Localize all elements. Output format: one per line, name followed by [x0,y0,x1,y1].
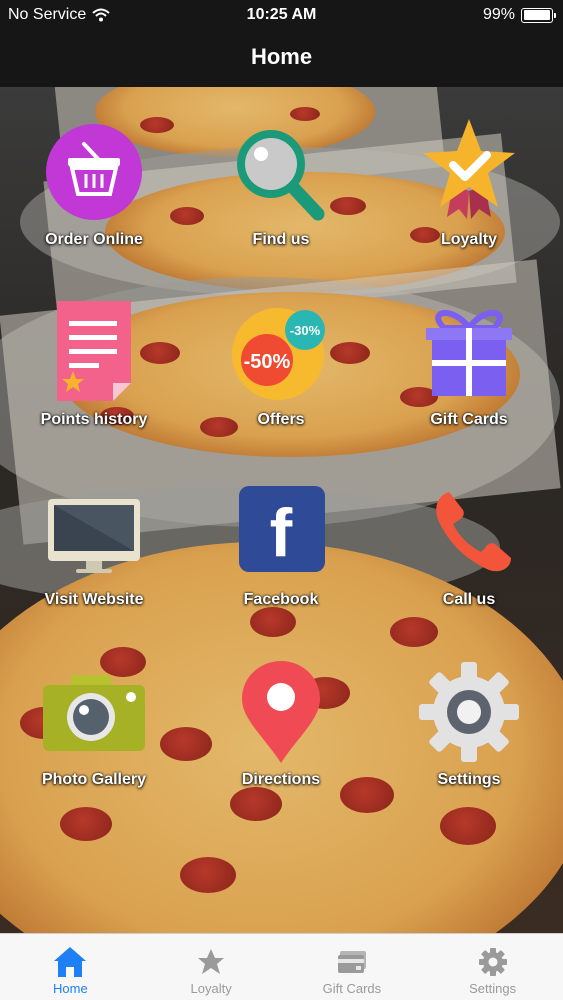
tab-settings[interactable]: Settings [422,934,563,1000]
facebook-icon: f [226,477,336,587]
page-title: Home [250,44,313,69]
monitor-icon [39,477,149,587]
star-badge-icon [414,117,524,227]
tile-loyalty[interactable]: Loyalty [394,117,544,277]
tab-home[interactable]: Home [0,934,141,1000]
tile-label: Offers [257,411,305,428]
tab-gift-cards[interactable]: Gift Cards [282,934,423,1000]
basket-icon [39,117,149,227]
tile-offers[interactable]: -30% -50% Offers [206,297,356,457]
tab-label: Settings [469,981,517,996]
offer-big-badge: -50% [244,351,291,373]
tile-label: Directions [241,771,321,788]
tab-bar: Home Loyalty Gift Cards Settings [0,933,563,1000]
tile-label: Find us [252,231,310,248]
tab-label: Home [53,981,88,996]
tile-label: Call us [442,591,496,608]
battery-area: 99% [482,6,556,24]
tile-call-us[interactable]: Call us [394,477,544,637]
document-icon [39,297,149,407]
map-pin-icon [226,657,336,767]
tile-label: Gift Cards [430,411,508,428]
tile-facebook[interactable]: f Facebook [206,477,356,637]
tile-find-us[interactable]: Find us [206,117,356,277]
tile-points-history[interactable]: Points history [19,297,169,457]
home-menu-grid: Order Online Find us Loyalty Points hist… [0,87,563,933]
star-icon [196,943,226,981]
tile-directions[interactable]: Directions [206,657,356,817]
clock: 10:25 AM [246,6,317,23]
tile-photo-gallery[interactable]: Photo Gallery [19,657,169,817]
offer-small-badge: -30% [290,323,321,338]
tile-label: Loyalty [440,231,497,248]
tile-label: Photo Gallery [41,771,147,788]
tab-label: Loyalty [190,981,232,996]
tile-label: Visit Website [44,591,144,608]
phone-icon [414,477,524,587]
cards-icon [336,943,368,981]
battery-fill [523,10,551,20]
tile-visit-website[interactable]: Visit Website [19,477,169,637]
tile-label: Points history [40,411,148,428]
tile-order-online[interactable]: Order Online [19,117,169,277]
facebook-glyph: f [270,495,293,571]
battery-percent: 99% [482,6,515,23]
status-bar: No Service 10:25 AM 99% [0,0,563,30]
home-icon [52,943,88,981]
battery-icon [521,7,556,23]
tile-gift-cards[interactable]: Gift Cards [394,297,544,457]
top-bar: No Service 10:25 AM 99% Home [0,0,563,87]
tab-label: Gift Cards [322,981,382,996]
gear-icon [478,943,508,981]
tile-label: Settings [437,771,501,788]
tile-label: Order Online [45,231,143,248]
gear-icon [414,657,524,767]
tile-label: Facebook [243,591,319,608]
tile-settings[interactable]: Settings [394,657,544,817]
gift-icon [414,297,524,407]
magnifier-icon [226,117,336,227]
discount-icon: -30% -50% [226,297,336,407]
camera-icon [39,657,149,767]
tab-loyalty[interactable]: Loyalty [141,934,282,1000]
